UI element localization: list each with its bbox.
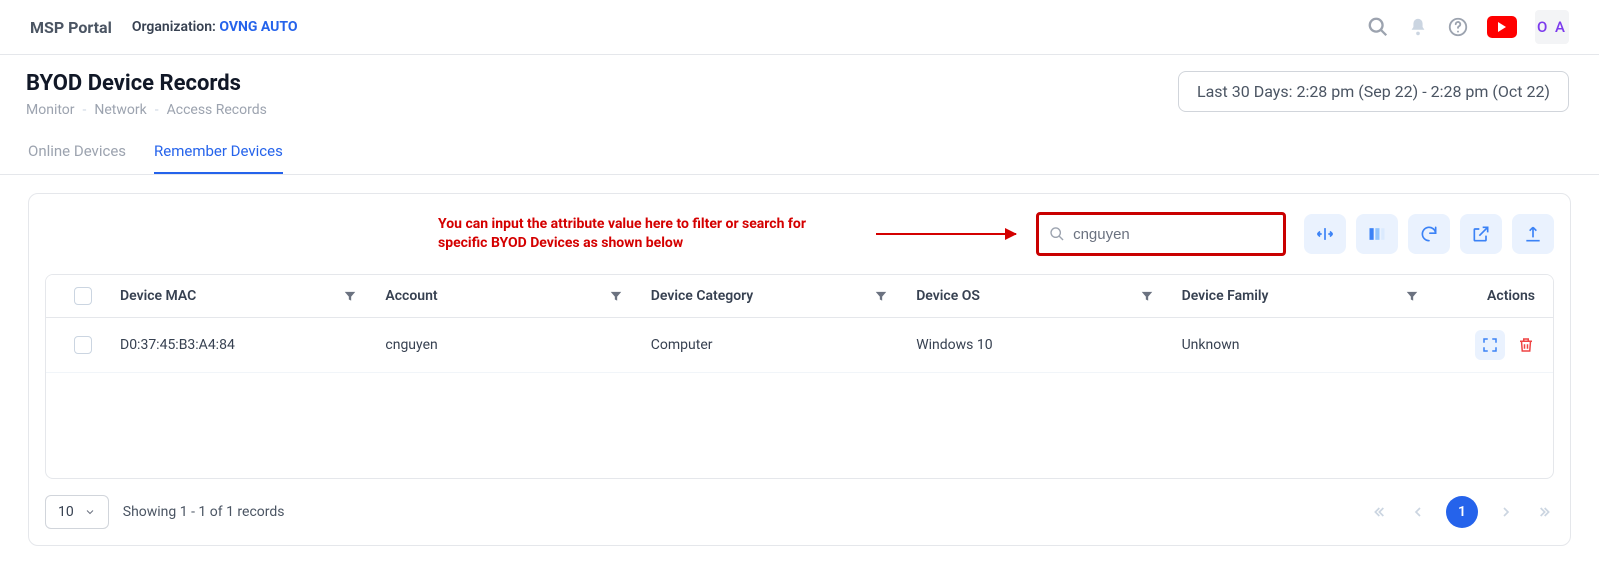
tab-remember-devices[interactable]: Remember Devices <box>154 142 283 174</box>
breadcrumb-item[interactable]: Network <box>94 102 146 118</box>
table-header: Device MAC Account Device Category Devic… <box>46 275 1553 318</box>
prev-page-button[interactable] <box>1408 502 1428 522</box>
breadcrumb-item[interactable]: Access Records <box>167 102 267 118</box>
search-icon[interactable] <box>1367 16 1389 38</box>
select-all-checkbox[interactable] <box>74 287 92 305</box>
youtube-icon[interactable] <box>1487 16 1517 38</box>
tab-online-devices[interactable]: Online Devices <box>28 142 126 174</box>
records-summary: Showing 1 - 1 of 1 records <box>123 504 285 520</box>
search-box[interactable] <box>1036 212 1286 256</box>
expand-row-button[interactable] <box>1475 330 1505 360</box>
avatar[interactable]: O A <box>1535 10 1569 44</box>
breadcrumb-sep: - <box>155 102 159 118</box>
resize-horizontal-icon <box>1315 224 1335 244</box>
next-page-button[interactable] <box>1496 502 1516 522</box>
breadcrumb-item[interactable]: Monitor <box>26 102 75 118</box>
column-header[interactable]: Device OS <box>916 288 980 304</box>
page-number[interactable]: 1 <box>1446 496 1478 528</box>
filter-icon[interactable] <box>343 289 357 303</box>
row-checkbox[interactable] <box>74 336 92 354</box>
trash-icon <box>1517 336 1535 354</box>
page-title: BYOD Device Records <box>26 71 267 96</box>
cell-device-os: Windows 10 <box>902 325 1167 365</box>
column-header[interactable]: Account <box>385 288 437 304</box>
portal-name: MSP Portal <box>30 18 112 37</box>
organization-name[interactable]: OVNG AUTO <box>219 19 297 35</box>
breadcrumb-sep: - <box>83 102 87 118</box>
search-input[interactable] <box>1073 226 1273 243</box>
date-range-picker[interactable]: Last 30 Days: 2:28 pm (Sep 22) - 2:28 pm… <box>1178 71 1569 112</box>
bell-icon[interactable] <box>1407 16 1429 38</box>
pagination: 1 <box>1370 496 1554 528</box>
annotation-arrow-icon <box>876 233 1016 235</box>
first-page-button[interactable] <box>1370 502 1390 522</box>
table-row: D0:37:45:B3:A4:84 cnguyen Computer Windo… <box>46 318 1553 373</box>
delete-row-button[interactable] <box>1511 330 1541 360</box>
search-icon <box>1049 225 1065 243</box>
resize-columns-button[interactable] <box>1304 214 1346 254</box>
filter-icon[interactable] <box>1405 289 1419 303</box>
column-header: Actions <box>1487 288 1535 304</box>
chevron-down-icon <box>84 506 96 518</box>
cell-account: cnguyen <box>371 325 636 365</box>
external-link-icon <box>1471 224 1491 244</box>
organization-label: Organization: <box>132 19 216 35</box>
column-header[interactable]: Device MAC <box>120 288 196 304</box>
column-header[interactable]: Device Family <box>1182 288 1269 304</box>
breadcrumb: Monitor - Network - Access Records <box>26 102 267 118</box>
open-external-button[interactable] <box>1460 214 1502 254</box>
filter-icon[interactable] <box>609 289 623 303</box>
cell-device-mac: D0:37:45:B3:A4:84 <box>106 325 371 365</box>
cell-device-category: Computer <box>637 325 902 365</box>
columns-button[interactable] <box>1356 214 1398 254</box>
filter-icon[interactable] <box>1140 289 1154 303</box>
filter-icon[interactable] <box>874 289 888 303</box>
page-size-select[interactable]: 10 <box>45 495 109 529</box>
refresh-button[interactable] <box>1408 214 1450 254</box>
refresh-icon <box>1419 224 1439 244</box>
annotation-text: You can input the attribute value here t… <box>438 215 858 253</box>
export-button[interactable] <box>1512 214 1554 254</box>
help-icon[interactable] <box>1447 16 1469 38</box>
page-size-value: 10 <box>58 504 74 520</box>
expand-icon <box>1481 336 1499 354</box>
cell-device-family: Unknown <box>1168 325 1433 365</box>
column-header[interactable]: Device Category <box>651 288 753 304</box>
upload-icon <box>1523 224 1543 244</box>
last-page-button[interactable] <box>1534 502 1554 522</box>
columns-icon <box>1367 224 1387 244</box>
